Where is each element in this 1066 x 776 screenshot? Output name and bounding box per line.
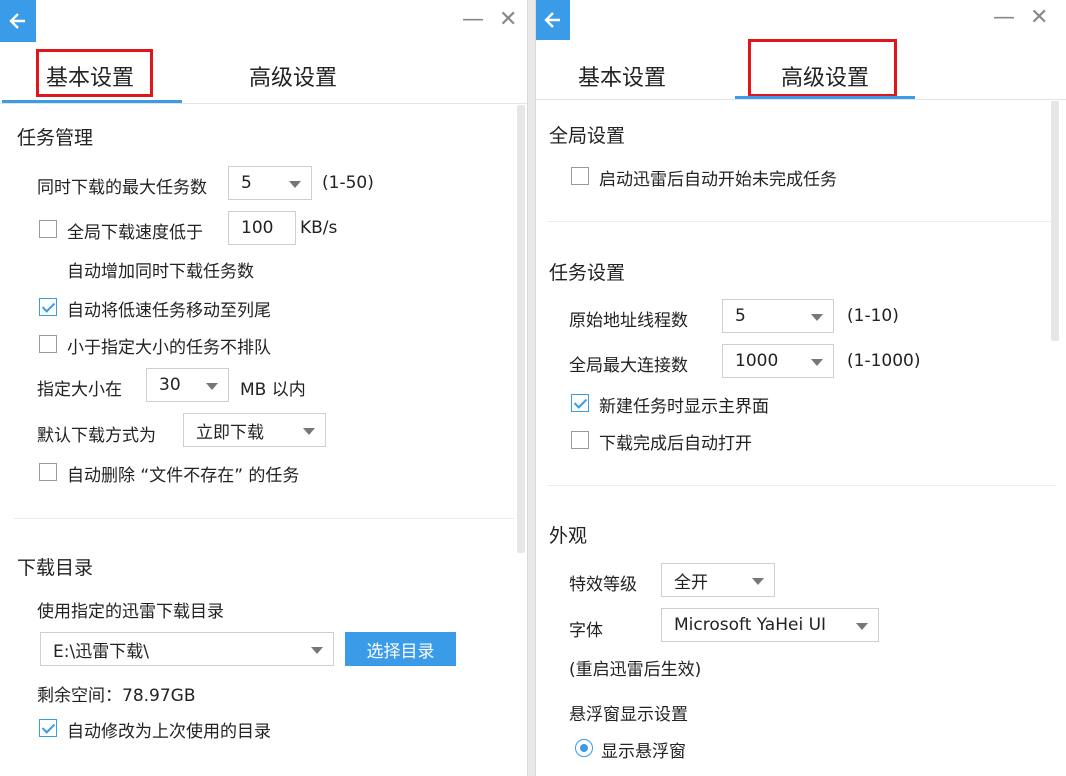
choose-dir-button[interactable]: 选择目录 [345,632,456,666]
free-space-text: 剩余空间：78.97GB [37,686,196,706]
threads-range: (1-10) [847,306,899,326]
max-tasks-select[interactable]: 5 [228,166,312,200]
max-tasks-range: (1-50) [322,173,374,193]
scrollbar[interactable] [517,105,525,553]
section-title-global: 全局设置 [549,125,626,147]
section-title-appearance: 外观 [549,525,588,547]
max-conn-value: 1000 [735,351,779,371]
auto-last-dir-checkbox[interactable] [39,719,57,737]
move-slow-checkbox[interactable] [39,298,57,316]
speed-threshold-value: 100 [241,218,274,238]
move-slow-label: 自动将低速任务移动至列尾 [67,301,271,321]
show-main-checkbox[interactable] [571,394,589,412]
dropdown-arrow-icon [303,428,315,435]
size-value: 30 [159,375,181,395]
close-icon[interactable]: ✕ [499,8,517,32]
show-main-label: 新建任务时显示主界面 [599,397,769,417]
max-tasks-label: 同时下载的最大任务数 [37,178,207,198]
minimize-icon[interactable]: — [462,8,484,32]
dropdown-arrow-icon [811,314,823,321]
back-button[interactable] [536,0,570,40]
section-divider [14,518,514,519]
auto-open-checkbox[interactable] [571,431,589,449]
effect-label: 特效等级 [569,575,637,595]
speed-low-label-2: 自动增加同时下载任务数 [67,262,254,282]
use-dir-label: 使用指定的迅雷下载目录 [37,602,224,622]
basic-settings-panel: — ✕ 基本设置 高级设置 任务管理 同时下载的最大任务数 5 (1-50) 全… [0,0,528,776]
auto-start-checkbox[interactable] [571,167,589,185]
speed-unit: KB/s [300,218,338,238]
max-conn-select[interactable]: 1000 [722,344,834,378]
speed-threshold-input[interactable]: 100 [228,211,296,245]
effect-value: 全开 [674,572,708,593]
section-divider [548,485,1056,486]
download-dir-select[interactable]: E:\迅雷下载\ [40,632,334,666]
size-unit: MB 以内 [240,380,306,400]
section-title-task: 任务设置 [549,262,626,284]
close-icon[interactable]: ✕ [1030,6,1048,30]
font-value: Microsoft YaHei UI [674,615,827,635]
dropdown-arrow-icon [752,578,764,585]
threads-value: 5 [735,306,746,326]
advanced-settings-panel: — ✕ 基本设置 高级设置 全局设置 启动迅雷后自动开始未完成任务 任务设置 原… [535,0,1066,776]
dropdown-arrow-icon [311,647,323,654]
dropdown-arrow-icon [206,383,218,390]
speed-low-label: 全局下载速度低于 [67,223,203,243]
scrollbar[interactable] [1051,101,1059,341]
font-select[interactable]: Microsoft YaHei UI [661,608,879,642]
show-float-label: 显示悬浮窗 [601,742,686,762]
download-mode-label: 默认下载方式为 [37,426,156,446]
threads-select[interactable]: 5 [722,299,834,333]
section-title-task-management: 任务管理 [17,127,94,149]
font-label: 字体 [569,621,603,641]
dropdown-arrow-icon [811,359,823,366]
small-no-queue-label: 小于指定大小的任务不排队 [67,338,271,358]
tab-separator [536,99,1066,100]
size-select[interactable]: 30 [146,368,229,402]
show-float-radio[interactable] [575,739,593,757]
max-conn-range: (1-1000) [847,351,921,371]
max-conn-label: 全局最大连接数 [569,356,688,376]
tab-advanced-settings[interactable]: 高级设置 [249,60,337,92]
download-mode-value: 立即下载 [196,422,264,443]
float-settings-title: 悬浮窗显示设置 [569,705,688,725]
section-title-download-dir: 下载目录 [17,557,94,579]
speed-low-checkbox[interactable] [39,220,57,238]
highlight-box [748,39,897,97]
max-tasks-value: 5 [241,173,252,193]
section-divider [548,221,1056,222]
minimize-icon[interactable]: — [993,6,1015,30]
dropdown-arrow-icon [856,623,868,630]
auto-start-label: 启动迅雷后自动开始未完成任务 [599,170,837,190]
small-no-queue-checkbox[interactable] [39,335,57,353]
tab-separator [0,103,527,104]
effect-select[interactable]: 全开 [661,563,775,597]
download-mode-select[interactable]: 立即下载 [183,413,326,447]
highlight-box [36,49,153,97]
back-arrow-icon [9,13,25,29]
download-dir-value: E:\迅雷下载\ [53,641,149,662]
threads-label: 原始地址线程数 [569,311,688,331]
size-label: 指定大小在 [37,380,122,400]
dropdown-arrow-icon [289,181,301,188]
auto-open-label: 下载完成后自动打开 [599,434,752,454]
auto-delete-label: 自动删除 “文件不存在” 的任务 [67,466,300,486]
back-button[interactable] [0,0,36,42]
restart-note: (重启迅雷后生效) [569,660,702,680]
tab-basic-settings[interactable]: 基本设置 [578,60,666,92]
back-arrow-icon [544,12,560,28]
auto-last-dir-label: 自动修改为上次使用的目录 [67,722,271,742]
auto-delete-checkbox[interactable] [39,463,57,481]
